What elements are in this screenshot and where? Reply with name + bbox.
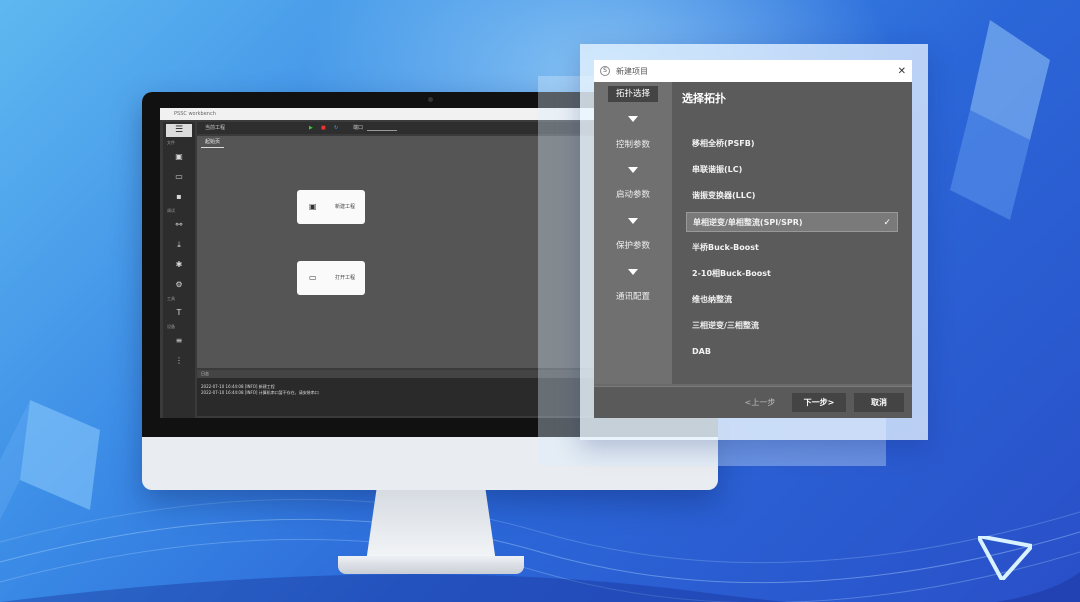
new-project-dialog: S 新建项目 ✕ 拓扑选择 控制参数 启动参数 保护参数 通讯配置 选择拓扑 移… <box>594 60 912 418</box>
dialog-footer: <上一步 下一步> 取消 <box>594 386 912 418</box>
arrow-down-icon <box>628 167 638 173</box>
arrow-down-icon <box>628 116 638 122</box>
new-project-label: 新建工程 <box>335 204 356 210</box>
topology-option[interactable]: 谐振变换器(LLC) <box>686 186 898 206</box>
close-icon[interactable]: ✕ <box>898 66 906 77</box>
refresh-icon[interactable]: ↻ <box>334 122 338 134</box>
topology-option[interactable]: 维也纳整流 <box>686 290 898 310</box>
tab-start-page[interactable]: 起始页 <box>201 138 225 148</box>
prev-button[interactable]: <上一步 <box>740 393 780 412</box>
topology-option[interactable]: DAB <box>686 342 898 362</box>
stop-icon[interactable]: ■ <box>321 122 326 134</box>
play-icon[interactable]: ▶ <box>309 122 313 134</box>
step-comm-config[interactable]: 通讯配置 <box>608 289 658 305</box>
sidebar-label-device: 设备 <box>167 324 175 329</box>
toolbar-project-label: 当前工程 <box>205 125 226 131</box>
monitor-stand-base <box>338 556 524 574</box>
arrow-down-icon <box>628 218 638 224</box>
port-select[interactable] <box>367 123 397 131</box>
step-topology[interactable]: 拓扑选择 <box>608 86 658 102</box>
sidebar-label-file: 文件 <box>167 140 175 145</box>
database-icon[interactable]: ≡ <box>163 331 195 351</box>
next-button[interactable]: 下一步> <box>792 393 846 412</box>
folder-icon: ▭ <box>309 273 317 282</box>
topology-option[interactable]: 2-10相Buck-Boost <box>686 264 898 284</box>
dialog-titlebar: S 新建项目 ✕ <box>594 60 912 82</box>
cube-decoration-right <box>950 20 1050 220</box>
bug-icon[interactable]: ✱ <box>163 255 195 275</box>
download-icon[interactable]: ⤓ <box>163 235 195 255</box>
monitor-stand-neck <box>366 490 496 562</box>
menu-icon[interactable]: ☰ <box>166 124 192 137</box>
arrow-down-icon <box>628 269 638 275</box>
dialog-title: 新建项目 <box>616 66 648 76</box>
triangle-logo-icon <box>978 536 1032 580</box>
camera-dot <box>428 97 433 102</box>
check-icon: ✓ <box>883 218 891 228</box>
dialog-heading: 选择拓扑 <box>682 92 726 105</box>
topology-option-selected[interactable]: 单相逆变/单相整流(SPI/SPR) ✓ <box>686 212 898 232</box>
step-protection-params[interactable]: 保护参数 <box>608 238 658 254</box>
cube-decoration-left <box>0 400 100 520</box>
topology-option[interactable]: 串联谐振(LC) <box>686 160 898 180</box>
step-control-params[interactable]: 控制参数 <box>608 137 658 153</box>
new-project-card[interactable]: ▣ 新建工程 <box>297 190 365 224</box>
topology-option[interactable]: 半桥Buck-Boost <box>686 238 898 258</box>
gear-icon[interactable]: ⚙ <box>163 275 195 295</box>
sidebar-label-debug: 调试 <box>167 208 175 213</box>
cancel-button[interactable]: 取消 <box>854 393 904 412</box>
text-icon[interactable]: T <box>163 303 195 323</box>
topology-option-label: 单相逆变/单相整流(SPI/SPR) <box>693 218 803 227</box>
more-icon[interactable]: ⋮ <box>163 351 195 371</box>
new-file-icon: ▣ <box>309 202 317 211</box>
dialog-step-nav: 拓扑选择 控制参数 启动参数 保护参数 通讯配置 <box>594 82 672 384</box>
save-icon[interactable]: ▪ <box>163 187 195 207</box>
dialog-content: 选择拓扑 移相全桥(PSFB) 串联谐振(LC) 谐振变换器(LLC) 单相逆变… <box>672 82 912 384</box>
topology-option[interactable]: 三相逆变/三相整流 <box>686 316 898 336</box>
open-project-label: 打开工程 <box>335 275 356 281</box>
topology-option[interactable]: 移相全桥(PSFB) <box>686 134 898 154</box>
step-startup-params[interactable]: 启动参数 <box>608 187 658 203</box>
app-sidebar: ☰ 文件 ▣ ▭ ▪ 调试 ⚯ ⤓ ✱ ⚙ 工具 T 设备 ≡ ⋮ <box>163 122 195 418</box>
open-project-card[interactable]: ▭ 打开工程 <box>297 261 365 295</box>
app-logo-icon: S <box>600 66 610 76</box>
folder-icon[interactable]: ▭ <box>163 167 195 187</box>
port-label: 端口 <box>353 125 364 131</box>
new-file-icon[interactable]: ▣ <box>163 147 195 167</box>
sidebar-label-tools: 工具 <box>167 296 175 301</box>
link-icon[interactable]: ⚯ <box>163 215 195 235</box>
